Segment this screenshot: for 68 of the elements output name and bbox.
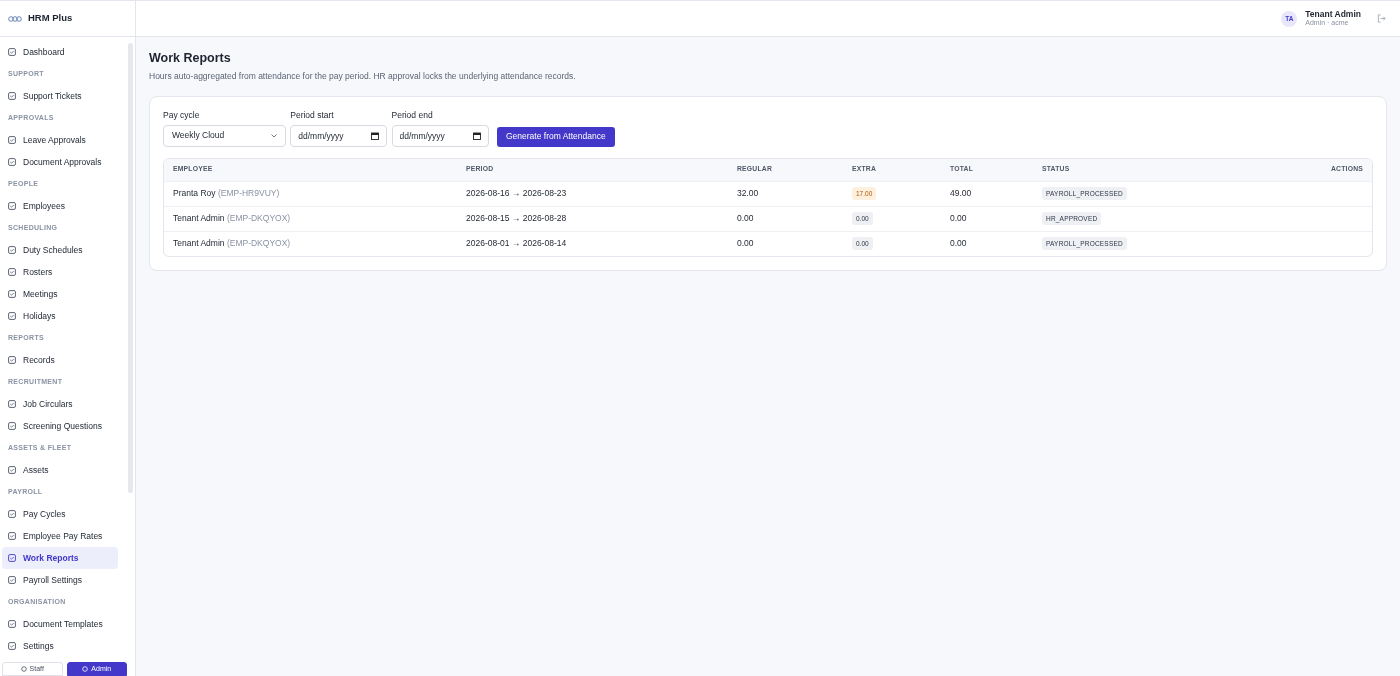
- date-field[interactable]: dd/mm/yyyy: [290, 124, 388, 147]
- menu-item[interactable]: Job Circulars: [2, 393, 118, 415]
- menu-item[interactable]: Document Approvals: [2, 151, 118, 173]
- menu-item-icon: [8, 158, 16, 166]
- menu-item-icon: [8, 510, 16, 518]
- menu-item[interactable]: Screening Questions: [2, 415, 118, 437]
- menu-item[interactable]: Assets: [2, 459, 118, 481]
- table-cell: 0.00: [737, 212, 754, 225]
- table-cell: 2026-08-15 → 2026-08-28: [466, 212, 567, 225]
- menu-item-icon: [8, 400, 16, 408]
- logo-icon: [8, 15, 22, 22]
- field-label: Pay cycle: [163, 108, 201, 122]
- menu-item-icon: [8, 466, 16, 474]
- menu-item[interactable]: Dashboard: [2, 41, 118, 63]
- menu-item-icon: [8, 290, 16, 298]
- field-label: Period end: [391, 108, 434, 122]
- menu-item-icon: [8, 202, 16, 210]
- menu-item[interactable]: Leave Approvals: [2, 129, 118, 151]
- menu-item[interactable]: Meetings: [2, 283, 118, 305]
- menu-item-icon: [8, 576, 16, 584]
- menu-item-icon: [8, 136, 16, 144]
- menu-item[interactable]: Payroll Settings: [2, 569, 118, 591]
- table-cell: 49.00: [950, 187, 972, 200]
- table-cell: 2026-08-01 → 2026-08-14: [466, 237, 567, 250]
- menu-item[interactable]: Support Tickets: [2, 85, 118, 107]
- menu-item[interactable]: Rosters: [2, 261, 118, 283]
- menu-item[interactable]: Document Templates: [2, 613, 118, 635]
- menu-item-icon: [8, 312, 16, 320]
- field-label: Period start: [290, 108, 335, 122]
- user-name: Tenant Admin: [1305, 10, 1361, 20]
- mode-icon: [20, 666, 27, 672]
- menu-item[interactable]: Settings: [2, 635, 118, 656]
- menu-item-icon: [8, 642, 16, 650]
- table-cell: 0.00: [950, 237, 967, 250]
- table-cell: Tenant Admin (EMP-DKQYOX): [173, 212, 291, 225]
- table-cell: 32.00: [737, 187, 759, 200]
- date-field[interactable]: dd/mm/yyyy: [391, 124, 489, 147]
- scrollbar[interactable]: [128, 43, 133, 493]
- menu-item[interactable]: Holidays: [2, 305, 118, 327]
- menu-item[interactable]: Records: [2, 349, 118, 371]
- mode-icon: [82, 666, 89, 672]
- calendar-icon[interactable]: [371, 131, 380, 140]
- menu-item-icon: [8, 268, 16, 276]
- menu-item-icon: [8, 356, 16, 364]
- table-cell: Pranta Roy (EMP-HR9VUY): [173, 187, 280, 200]
- menu-item[interactable]: Work Reports: [2, 547, 118, 569]
- table-cell: Tenant Admin (EMP-DKQYOX): [173, 237, 291, 250]
- page-title: Work Reports: [149, 51, 232, 66]
- generate-button[interactable]: Generate from Attendance: [497, 126, 615, 147]
- menu-item-icon: [8, 48, 16, 56]
- menu-item-icon: [8, 92, 16, 100]
- brand-name: HRM Plus: [28, 11, 73, 26]
- table-cell: 2026-08-16 → 2026-08-23: [466, 187, 567, 200]
- menu-item[interactable]: Employee Pay Rates: [2, 525, 118, 547]
- page-subtitle: Hours auto-aggregated from attendance for the pay period. HR approval locks the underlying attendance records.: [149, 70, 577, 83]
- menu-item[interactable]: Employees: [2, 195, 118, 217]
- menu-item-icon: [8, 554, 16, 562]
- menu-item[interactable]: Pay Cycles: [2, 503, 118, 525]
- table-cell: 0.00: [950, 212, 967, 225]
- menu-item-icon: [8, 620, 16, 628]
- calendar-icon[interactable]: [472, 131, 481, 140]
- table-cell: 0.00: [737, 237, 754, 250]
- menu-item-icon: [8, 422, 16, 430]
- menu-item-icon: [8, 532, 16, 540]
- pay-cycle-select[interactable]: Weekly Cloud: [163, 124, 286, 147]
- menu-item[interactable]: Duty Schedules: [2, 239, 118, 261]
- chevron-down-icon: [271, 133, 277, 138]
- menu-item-icon: [8, 246, 16, 254]
